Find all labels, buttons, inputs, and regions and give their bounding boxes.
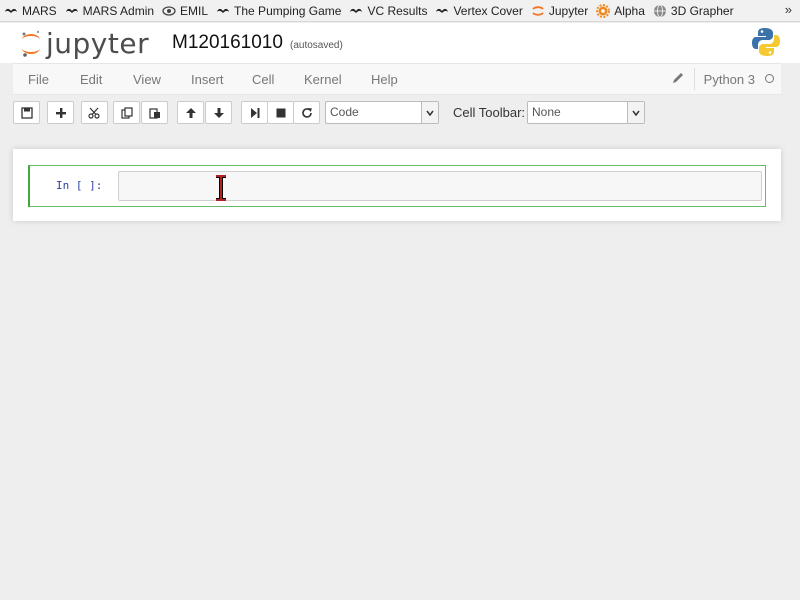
paste-button[interactable]: [141, 101, 168, 124]
bookmark-label: Alpha: [614, 3, 645, 18]
notebook-name[interactable]: M120161010: [172, 32, 283, 54]
bookmark-emil[interactable]: EMIL: [162, 4, 208, 18]
kernel-name: Python 3: [703, 72, 755, 87]
copy-icon: [120, 106, 133, 119]
cell-toolbar-select[interactable]: None: [527, 101, 645, 124]
arrow-up-icon: [185, 107, 196, 118]
interrupt-kernel-button[interactable]: [267, 101, 294, 124]
bookmark-label: Vertex Cover: [453, 3, 523, 18]
cell-type-value: Code: [330, 105, 359, 119]
mustache-icon: [350, 8, 363, 13]
bookmarks-overflow-button[interactable]: »: [785, 2, 792, 17]
notebook-toolbar: Code Cell Toolbar: None: [13, 99, 781, 127]
jupyter-icon: [532, 5, 544, 16]
code-cell[interactable]: In [ ]:: [28, 165, 766, 207]
bookmark-label: EMIL: [180, 3, 209, 18]
eye-icon: [162, 5, 176, 16]
bookmark-label: VC Results: [367, 3, 428, 18]
bookmark-pumping-game[interactable]: The Pumping Game: [216, 4, 341, 18]
menu-file[interactable]: File: [28, 72, 49, 87]
bookmark-3d-grapher[interactable]: 3D Grapher: [653, 4, 734, 18]
notebook-container: In [ ]:: [13, 149, 781, 221]
jupyter-logo-icon: [22, 30, 40, 57]
plus-icon: [55, 107, 66, 118]
kernel-separator: [694, 68, 695, 90]
mustache-icon: [65, 8, 78, 13]
arrow-down-icon: [213, 107, 224, 118]
bookmark-jupyter[interactable]: Jupyter: [531, 4, 588, 18]
bookmark-vc-results[interactable]: VC Results: [349, 4, 427, 18]
menu-bar: File Edit View Insert Cell Kernel Help P…: [13, 63, 781, 95]
code-input-area[interactable]: [118, 171, 762, 201]
save-button[interactable]: [13, 101, 40, 124]
bookmark-label: MARS Admin: [82, 3, 155, 18]
bookmark-vertex-cover[interactable]: Vertex Cover: [435, 3, 523, 18]
step-forward-icon: [250, 107, 259, 118]
edit-mode-pencil-icon: [673, 73, 683, 83]
jupyter-logo[interactable]: jupyter: [20, 27, 149, 60]
bookmarks-bar: MARS MARS Admin EMIL The Pumping Game VC…: [0, 0, 800, 22]
move-down-button[interactable]: [205, 101, 232, 124]
copy-button[interactable]: [113, 101, 140, 124]
python-logo-icon: [752, 28, 780, 56]
mustache-icon: [436, 8, 449, 13]
insert-cell-button[interactable]: [47, 101, 74, 124]
bookmark-mars[interactable]: MARS: [4, 4, 57, 18]
menu-help[interactable]: Help: [371, 72, 398, 87]
cell-type-select[interactable]: Code: [325, 101, 439, 124]
input-prompt: In [ ]:: [56, 179, 103, 192]
autosave-status: (autosaved): [290, 40, 343, 51]
kernel-status-idle-icon: [765, 74, 774, 83]
mustache-icon: [5, 8, 17, 13]
cut-button[interactable]: [81, 101, 108, 124]
bookmark-label: Jupyter: [548, 3, 589, 18]
bookmark-alpha[interactable]: Alpha: [596, 3, 645, 18]
menu-cell[interactable]: Cell: [252, 72, 274, 87]
chevron-down-icon: [421, 102, 438, 123]
menu-kernel[interactable]: Kernel: [304, 72, 342, 87]
notebook-header: jupyter M120161010 (autosaved): [0, 23, 800, 63]
chevron-down-icon: [627, 102, 644, 123]
gear-icon: [596, 3, 611, 18]
bookmark-label: 3D Grapher: [670, 3, 734, 18]
save-icon: [20, 106, 33, 119]
cell-toolbar-value: None: [532, 105, 561, 119]
bookmark-mars-admin[interactable]: MARS Admin: [65, 4, 154, 18]
stop-icon: [276, 108, 285, 117]
scissors-icon: [88, 107, 100, 119]
run-cell-button[interactable]: [241, 101, 268, 124]
menu-view[interactable]: View: [133, 72, 161, 87]
globe-icon: [653, 4, 666, 17]
menu-insert[interactable]: Insert: [191, 72, 224, 87]
text-cursor-ibeam-icon: [216, 175, 226, 201]
bookmark-label: MARS: [22, 3, 57, 18]
menu-edit[interactable]: Edit: [80, 72, 102, 87]
cell-toolbar-label: Cell Toolbar:: [453, 105, 526, 120]
mustache-icon: [217, 8, 230, 13]
jupyter-logo-text: jupyter: [46, 27, 150, 60]
restart-kernel-button[interactable]: [293, 101, 320, 124]
refresh-icon: [301, 107, 312, 118]
bookmark-label: The Pumping Game: [234, 3, 342, 18]
paste-icon: [148, 107, 160, 119]
move-up-button[interactable]: [177, 101, 204, 124]
